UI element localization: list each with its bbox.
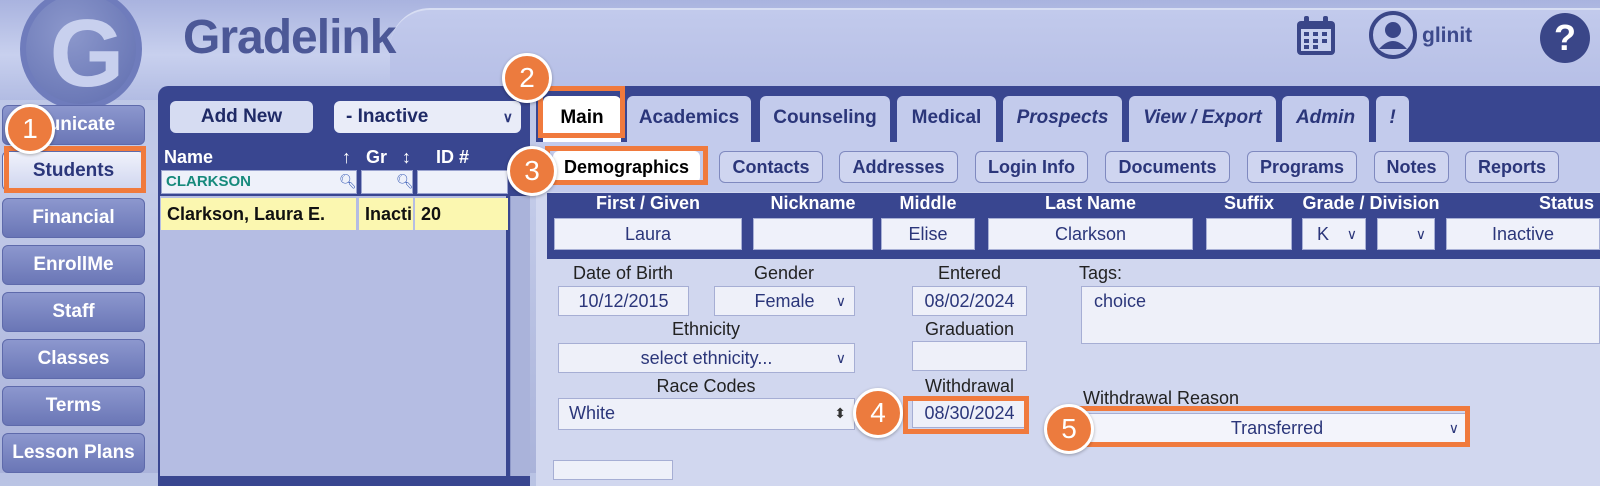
- logo-letter: G: [49, 0, 125, 107]
- entered-date-field[interactable]: 08/02/2024: [912, 286, 1027, 316]
- calendar-icon[interactable]: [1294, 14, 1338, 58]
- chevron-down-icon: ∨: [835, 293, 846, 309]
- help-icon[interactable]: ?: [1540, 13, 1590, 63]
- student-list: [160, 196, 506, 476]
- dob-label: Date of Birth: [572, 263, 674, 283]
- race-codes-label: Race Codes: [656, 376, 756, 396]
- user-avatar-icon[interactable]: [1369, 11, 1417, 59]
- header-grade-division: Grade / Division: [1302, 193, 1440, 213]
- race-codes-select[interactable]: White ⬍: [558, 398, 855, 430]
- subtab-contacts[interactable]: Contacts: [719, 151, 823, 183]
- student-row-name[interactable]: Clarkson, Laura E.: [161, 198, 356, 230]
- ethnicity-select[interactable]: select ethnicity... ∨: [558, 343, 855, 373]
- gender-select[interactable]: Female ∨: [714, 286, 855, 316]
- highlight-main-tab: [538, 86, 625, 138]
- status-field[interactable]: Inactive: [1446, 218, 1600, 250]
- subtab-reports[interactable]: Reports: [1465, 151, 1559, 183]
- graduation-label: Graduation: [924, 319, 1015, 339]
- ethnicity-label: Ethnicity: [671, 319, 741, 339]
- ethnicity-value: select ethnicity...: [640, 348, 773, 368]
- middle-name-field[interactable]: Elise: [881, 218, 975, 250]
- student-row-id[interactable]: 20: [415, 198, 508, 230]
- student-row-grade[interactable]: Inacti: [359, 198, 413, 230]
- chevron-down-icon: ∨: [835, 350, 846, 366]
- add-new-button[interactable]: Add New: [170, 101, 313, 133]
- grade-value: K: [1317, 224, 1330, 244]
- col-header-grade[interactable]: Gr: [366, 147, 387, 168]
- username-label[interactable]: glinit: [1422, 24, 1472, 48]
- highlight-demographics: [545, 146, 708, 185]
- status-filter-select[interactable]: - Inactive ∨: [334, 101, 521, 133]
- nav-enrollme[interactable]: EnrollMe: [2, 245, 145, 285]
- callout-badge-4: 4: [853, 388, 903, 438]
- race-codes-value: White: [569, 403, 616, 423]
- gender-label: Gender: [753, 263, 815, 283]
- header-nickname: Nickname: [770, 193, 856, 213]
- first-name-field[interactable]: Laura: [554, 218, 742, 250]
- brand-name: Gradelink: [183, 11, 396, 64]
- suffix-field[interactable]: [1206, 218, 1292, 250]
- tab-admin[interactable]: Admin: [1282, 96, 1369, 142]
- nickname-field[interactable]: [753, 218, 873, 250]
- col-header-id[interactable]: ID #: [436, 147, 469, 168]
- updown-icon: ⬍: [834, 405, 846, 421]
- header-status: Status: [1538, 193, 1594, 213]
- nav-staff[interactable]: Staff: [2, 292, 145, 332]
- chevron-down-icon: ∨: [502, 109, 513, 125]
- tab-academics[interactable]: Academics: [627, 96, 751, 142]
- nav-financial[interactable]: Financial: [2, 198, 145, 238]
- nav-lesson-plans[interactable]: Lesson Plans: [2, 433, 145, 473]
- subtab-notes[interactable]: Notes: [1374, 151, 1449, 183]
- callout-badge-3: 3: [507, 146, 557, 196]
- subtab-programs[interactable]: Programs: [1247, 151, 1357, 183]
- header-last-name: Last Name: [1044, 193, 1137, 213]
- search-icon[interactable]: 🔍︎: [396, 173, 414, 190]
- dob-field[interactable]: 10/12/2015: [558, 286, 689, 316]
- entered-label: Entered: [937, 263, 1002, 283]
- highlight-withdrawal-date: [903, 396, 1029, 434]
- subtab-addresses[interactable]: Addresses: [839, 151, 958, 183]
- chevron-down-icon: ∨: [1415, 226, 1426, 242]
- partial-button[interactable]: [553, 460, 673, 480]
- gender-value: Female: [754, 291, 815, 311]
- status-filter-value: - Inactive: [346, 106, 429, 127]
- tags-field[interactable]: choice: [1081, 286, 1600, 344]
- tab-prospects[interactable]: Prospects: [1003, 96, 1122, 142]
- header-first-name: First / Given: [595, 193, 701, 213]
- highlight-withdrawal-reason: [1074, 406, 1470, 447]
- graduation-date-field[interactable]: [912, 341, 1027, 371]
- chevron-down-icon: ∨: [1346, 226, 1357, 242]
- subtab-documents[interactable]: Documents: [1105, 151, 1230, 183]
- sort-up-icon[interactable]: ↑: [342, 147, 351, 168]
- withdrawal-label: Withdrawal: [924, 376, 1015, 396]
- subtab-login-info[interactable]: Login Info: [975, 151, 1088, 183]
- last-name-field[interactable]: Clarkson: [988, 218, 1193, 250]
- tags-label: Tags:: [1079, 263, 1123, 283]
- nav-terms[interactable]: Terms: [2, 386, 145, 426]
- grade-select[interactable]: K ∨: [1302, 218, 1366, 250]
- col-header-name[interactable]: Name: [164, 147, 213, 168]
- id-filter-input[interactable]: [417, 170, 508, 194]
- tab-alerts[interactable]: !: [1376, 96, 1409, 142]
- tab-medical[interactable]: Medical: [897, 96, 996, 142]
- search-icon[interactable]: 🔍︎: [339, 173, 357, 190]
- callout-badge-5: 5: [1044, 404, 1094, 454]
- tab-view-export[interactable]: View / Export: [1129, 96, 1276, 142]
- name-filter-value: CLARKSON: [166, 173, 251, 190]
- tab-counseling[interactable]: Counseling: [760, 96, 890, 142]
- nav-classes[interactable]: Classes: [2, 339, 145, 379]
- sort-both-icon[interactable]: ↕: [402, 147, 411, 168]
- division-select[interactable]: ∨: [1377, 218, 1435, 250]
- header-suffix: Suffix: [1223, 193, 1274, 213]
- callout-badge-1: 1: [5, 104, 55, 154]
- header-middle: Middle: [899, 193, 957, 213]
- callout-badge-2: 2: [502, 53, 552, 103]
- list-scrollbar[interactable]: [510, 196, 530, 476]
